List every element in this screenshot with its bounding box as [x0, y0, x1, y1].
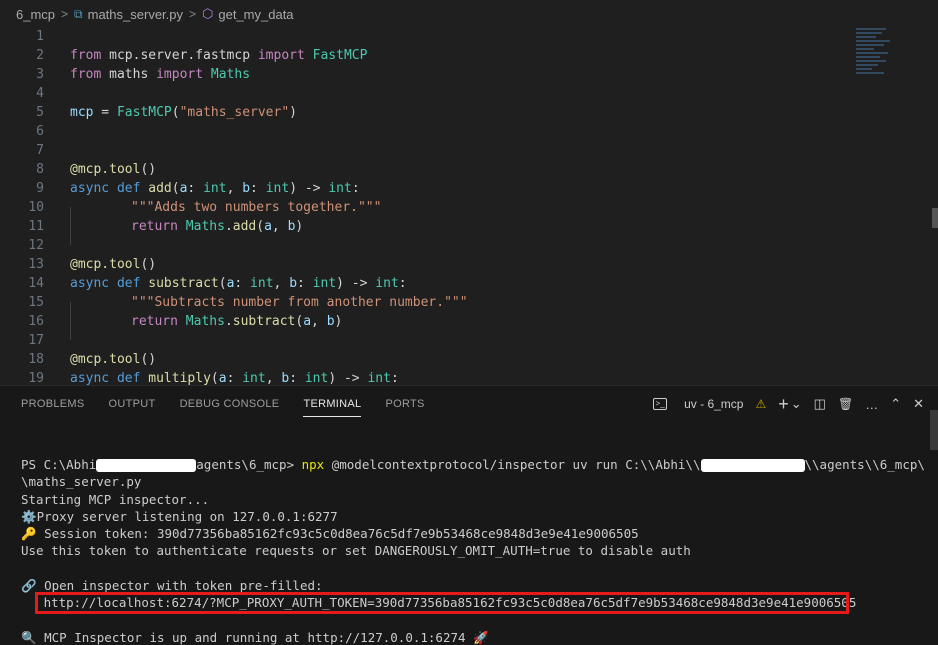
chevron-right-icon: >	[189, 7, 197, 21]
code-line: return Maths.add(a, b)	[131, 219, 304, 234]
warning-icon[interactable]: ⚠	[755, 397, 766, 411]
code-line: @mcp.tool()	[70, 162, 157, 177]
code-line: mcp = FastMCP("maths_server")	[70, 105, 297, 120]
line-number: 17	[28, 333, 44, 348]
line-number: 10	[28, 200, 44, 215]
tab-output[interactable]: OUTPUT	[109, 386, 156, 422]
code-line: from maths import Maths	[70, 67, 251, 82]
code-line: @mcp.tool()	[70, 257, 157, 272]
split-terminal-icon[interactable]: ◫	[814, 396, 826, 412]
minimap[interactable]	[856, 28, 916, 88]
code-editor[interactable]: 1 2 from mcp.server.fastmcp import FastM…	[0, 28, 938, 385]
terminal-scrollbar[interactable]	[930, 410, 938, 450]
line-number: 18	[28, 352, 44, 367]
terminal-line: \maths_server.py	[21, 474, 142, 490]
code-line: """Adds two numbers together."""	[131, 200, 382, 215]
close-panel-icon[interactable]: ✕	[913, 396, 924, 412]
code-line: async def add(a: int, b: int) -> int:	[70, 181, 360, 196]
terminal-icon: >_	[653, 398, 668, 410]
line-number: 11	[28, 219, 44, 234]
chevron-down-icon[interactable]: ⌄	[791, 396, 802, 412]
terminal-line: Starting MCP inspector...	[21, 491, 210, 507]
terminal-line: Use this token to authenticate requests …	[21, 543, 691, 559]
panel-tabs: PROBLEMS OUTPUT DEBUG CONSOLE TERMINAL P…	[0, 386, 449, 422]
breadcrumb: 6_mcp > ⧉ maths_server.py > ⬡ get_my_dat…	[0, 0, 938, 28]
chevron-right-icon: >	[61, 7, 69, 21]
terminal-line: ⚙️Proxy server listening on 127.0.0.1:62…	[21, 508, 338, 524]
editor-scrollbar[interactable]	[932, 208, 938, 228]
python-file-icon: ⧉	[74, 6, 83, 21]
method-cube-icon: ⬡	[202, 6, 214, 21]
code-line: from mcp.server.fastmcp import FastMCP	[70, 48, 368, 63]
line-number: 16	[28, 314, 44, 329]
tab-debug-console[interactable]: DEBUG CONSOLE	[180, 386, 280, 422]
line-number: 5	[36, 105, 44, 120]
line-number: 14	[28, 276, 44, 291]
more-actions-icon[interactable]: …	[865, 397, 878, 412]
terminal-selector[interactable]: >_ uv - 6_mcp ⚠	[641, 397, 766, 411]
panel-actions: >_ uv - 6_mcp ⚠ + ⌄ ◫ 🗑 … ⌃ ✕	[629, 386, 924, 422]
line-number: 2	[36, 48, 44, 63]
line-number: 3	[36, 67, 44, 82]
tab-ports[interactable]: PORTS	[385, 386, 424, 422]
terminal-line: 🔑 Session token: 390d77356ba85162fc93c5c…	[21, 526, 639, 542]
terminal-line: PS C:\Abhi agents\6_mcp> npx @modelcontex…	[21, 457, 925, 472]
line-number: 13	[28, 257, 44, 272]
line-number: 8	[36, 162, 44, 177]
terminal-name: uv - 6_mcp	[684, 397, 744, 411]
code-line: @mcp.tool()	[70, 352, 157, 367]
highlight-box	[35, 592, 849, 614]
line-number: 9	[36, 181, 44, 196]
code-line: async def multiply(a: int, b: int) -> in…	[70, 371, 399, 385]
line-number: 19	[28, 371, 44, 385]
tab-terminal[interactable]: TERMINAL	[303, 386, 362, 422]
terminal-line: 🔍 MCP Inspector is up and running at htt…	[21, 629, 489, 645]
redaction-mark	[96, 459, 197, 472]
code-line: async def substract(a: int, b: int) -> i…	[70, 276, 407, 291]
code-line: """Subtracts number from another number.…	[131, 295, 468, 310]
add-terminal-icon[interactable]: +	[778, 394, 789, 415]
line-number: 7	[36, 143, 44, 158]
line-number: 4	[36, 86, 44, 101]
tab-problems[interactable]: PROBLEMS	[21, 386, 85, 422]
terminal-output[interactable]: PS C:\Abhi agents\6_mcp> npx @modelcontex…	[21, 456, 925, 645]
breadcrumb-file[interactable]: maths_server.py	[88, 7, 183, 22]
line-number: 12	[28, 238, 44, 253]
breadcrumb-symbol[interactable]: get_my_data	[218, 7, 293, 22]
line-number: 6	[36, 124, 44, 139]
maximize-panel-icon[interactable]: ⌃	[890, 396, 901, 412]
line-number: 15	[28, 295, 44, 310]
code-line: return Maths.subtract(a, b)	[131, 314, 343, 329]
redaction-mark	[700, 459, 805, 472]
trash-icon[interactable]: 🗑	[838, 397, 853, 411]
line-number: 1	[36, 29, 44, 44]
breadcrumb-folder[interactable]: 6_mcp	[16, 7, 55, 22]
